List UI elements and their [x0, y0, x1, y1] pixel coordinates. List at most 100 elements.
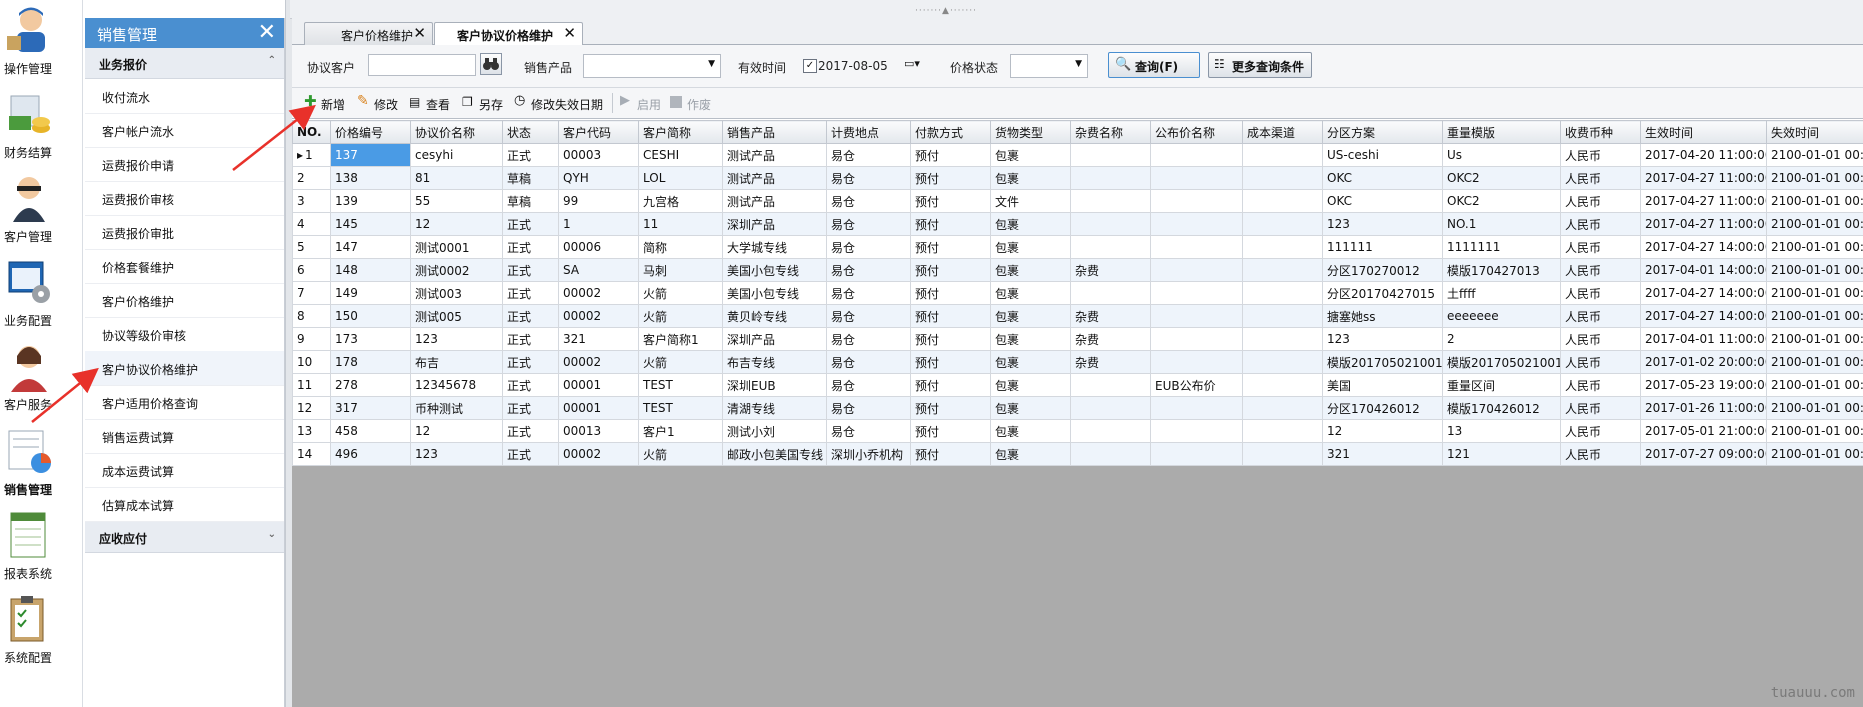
- column-header[interactable]: 成本渠道: [1242, 120, 1323, 144]
- table-cell[interactable]: 00001: [558, 373, 639, 397]
- table-cell[interactable]: [1070, 396, 1151, 420]
- table-cell[interactable]: [1242, 304, 1323, 328]
- table-cell[interactable]: 预付: [910, 327, 991, 351]
- column-header[interactable]: 收费币种: [1560, 120, 1641, 144]
- table-cell[interactable]: 178: [330, 350, 411, 374]
- table-cell[interactable]: 人民币: [1560, 281, 1641, 305]
- rail-item-report[interactable]: 报表系统: [0, 507, 82, 589]
- collapse-grip-icon[interactable]: ·······▲·······: [915, 6, 977, 16]
- table-cell[interactable]: cesyhi: [410, 143, 503, 167]
- table-cell[interactable]: 预付: [910, 189, 991, 213]
- table-cell[interactable]: 12: [410, 419, 503, 443]
- table-cell[interactable]: 321: [558, 327, 639, 351]
- panel-splitter[interactable]: [285, 0, 292, 707]
- table-cell[interactable]: [1150, 327, 1243, 351]
- table-cell[interactable]: 测试产品: [722, 143, 827, 167]
- table-cell[interactable]: 99: [558, 189, 639, 213]
- table-cell[interactable]: 458: [330, 419, 411, 443]
- table-cell[interactable]: 2100-01-01 00:00:00: [1766, 396, 1863, 420]
- table-cell[interactable]: 2017-04-27 11:00:00: [1640, 166, 1767, 190]
- table-cell[interactable]: 文件: [990, 189, 1071, 213]
- search-button[interactable]: 🔍 查询(F): [1108, 52, 1200, 78]
- table-cell[interactable]: 正式: [502, 235, 559, 259]
- column-header[interactable]: 协议价名称: [410, 120, 503, 144]
- table-cell[interactable]: 正式: [502, 281, 559, 305]
- table-cell[interactable]: 预付: [910, 350, 991, 374]
- row-number[interactable]: 7: [292, 281, 331, 305]
- row-number[interactable]: 9: [292, 327, 331, 351]
- table-cell[interactable]: 00001: [558, 396, 639, 420]
- table-cell[interactable]: 美国: [1322, 373, 1443, 397]
- table-cell[interactable]: 火箭: [638, 350, 723, 374]
- table-cell[interactable]: 客户简称1: [638, 327, 723, 351]
- column-header[interactable]: 客户简称: [638, 120, 723, 144]
- table-cell[interactable]: 12345678: [410, 373, 503, 397]
- table-cell[interactable]: [1150, 419, 1243, 443]
- table-cell[interactable]: [1242, 442, 1323, 466]
- table-cell[interactable]: 正式: [502, 350, 559, 374]
- table-cell[interactable]: 火箭: [638, 304, 723, 328]
- table-cell[interactable]: 2017-04-27 11:00:00: [1640, 212, 1767, 236]
- table-cell[interactable]: 81: [410, 166, 503, 190]
- rail-item-operator[interactable]: 操作管理: [0, 2, 82, 84]
- table-cell[interactable]: 深圳产品: [722, 212, 827, 236]
- table-cell[interactable]: 测试005: [410, 304, 503, 328]
- table-cell[interactable]: 预付: [910, 442, 991, 466]
- table-cell[interactable]: [1242, 166, 1323, 190]
- table-cell[interactable]: 11: [638, 212, 723, 236]
- table-cell[interactable]: 2100-01-01 00:00:00: [1766, 281, 1863, 305]
- table-cell[interactable]: 人民币: [1560, 189, 1641, 213]
- row-number[interactable]: 6: [292, 258, 331, 282]
- table-row[interactable]: 13 458 12 正式 00013 客户1 测试小刘 易仓 预付 包裹 12 13 人民币 2017-0…: [292, 419, 1863, 443]
- table-cell[interactable]: 正式: [502, 419, 559, 443]
- table-cell[interactable]: [1070, 212, 1151, 236]
- column-header[interactable]: 杂费名称: [1070, 120, 1151, 144]
- table-cell[interactable]: 2100-01-01 00:00:00: [1766, 304, 1863, 328]
- table-cell[interactable]: 简称: [638, 235, 723, 259]
- table-cell[interactable]: NO.1: [1442, 212, 1561, 236]
- table-cell[interactable]: 杂费: [1070, 350, 1151, 374]
- table-cell[interactable]: 包裹: [990, 396, 1071, 420]
- table-cell[interactable]: 123: [410, 442, 503, 466]
- table-cell[interactable]: 00013: [558, 419, 639, 443]
- table-cell[interactable]: Us: [1442, 143, 1561, 167]
- menu-item[interactable]: 协议等级价审核: [85, 317, 284, 352]
- table-cell[interactable]: 2100-01-01 00:00:00: [1766, 350, 1863, 374]
- tab-customer-agreement-price[interactable]: 客户协议价格维护 ✕: [434, 22, 583, 46]
- table-cell[interactable]: 人民币: [1560, 350, 1641, 374]
- table-cell[interactable]: CESHI: [638, 143, 723, 167]
- close-icon[interactable]: ✕: [413, 24, 426, 42]
- table-cell[interactable]: 包裹: [990, 258, 1071, 282]
- table-cell[interactable]: 分区170426012: [1322, 396, 1443, 420]
- table-cell[interactable]: [1070, 281, 1151, 305]
- table-cell[interactable]: 美国小包专线: [722, 281, 827, 305]
- table-cell[interactable]: 杂费: [1070, 327, 1151, 351]
- table-row[interactable]: 3 139 55 草稿 99 九宫格 测试产品 易仓 预付 文件 OKC OKC2 人民币 2017-04…: [292, 189, 1863, 213]
- table-cell[interactable]: 2017-04-27 14:00:00: [1640, 304, 1767, 328]
- table-cell[interactable]: 496: [330, 442, 411, 466]
- column-header[interactable]: 重量模版: [1442, 120, 1561, 144]
- column-header[interactable]: 计费地点: [826, 120, 911, 144]
- table-cell[interactable]: OKC2: [1442, 166, 1561, 190]
- table-cell[interactable]: 模版201705021001: [1442, 350, 1561, 374]
- table-row[interactable]: ▸ 1 137 cesyhi 正式 00003 CESHI 测试产品 易仓 预付 包裹 US-cesh…: [292, 143, 1863, 167]
- table-cell[interactable]: 2100-01-01 00:00:00: [1766, 327, 1863, 351]
- table-cell[interactable]: TEST: [638, 373, 723, 397]
- table-cell[interactable]: 2017-04-01 11:00:00: [1640, 327, 1767, 351]
- table-row[interactable]: 2 138 81 草稿 QYH LOL 测试产品 易仓 预付 包裹 OKC OKC2 人民币 2017-0…: [292, 166, 1863, 190]
- table-cell[interactable]: 2: [1442, 327, 1561, 351]
- table-cell[interactable]: 马刺: [638, 258, 723, 282]
- table-cell[interactable]: [1242, 396, 1323, 420]
- rail-item-sales[interactable]: 销售管理: [0, 423, 82, 505]
- table-cell[interactable]: 正式: [502, 258, 559, 282]
- table-row[interactable]: 4 145 12 正式 1 11 深圳产品 易仓 预付 包裹 123 NO.1 人民币 2017-04-2…: [292, 212, 1863, 236]
- table-cell[interactable]: [1242, 143, 1323, 167]
- table-cell[interactable]: 草稿: [502, 166, 559, 190]
- table-cell[interactable]: 111111: [1322, 235, 1443, 259]
- table-cell[interactable]: 人民币: [1560, 166, 1641, 190]
- table-cell[interactable]: 包裹: [990, 442, 1071, 466]
- table-row[interactable]: 14 496 123 正式 00002 火箭 邮政小包美国专线 深圳小乔机构 预付 包裹 321 12…: [292, 442, 1863, 466]
- table-cell[interactable]: 13: [1442, 419, 1561, 443]
- table-cell[interactable]: 278: [330, 373, 411, 397]
- rail-item-service[interactable]: 客户服务: [0, 338, 82, 420]
